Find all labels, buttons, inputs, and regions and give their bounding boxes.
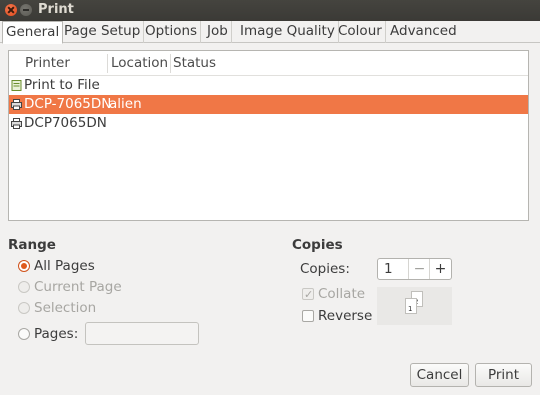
decrement-button[interactable]: − [408,259,430,279]
tab-options[interactable]: Options [142,21,202,43]
printer-list[interactable]: Printer Location Status Print to File DC… [8,50,529,221]
range-title: Range [8,237,56,253]
reverse-label: Reverse [318,308,373,324]
radio-button[interactable] [18,328,30,340]
column-printer[interactable]: Printer [25,55,70,71]
printer-name: Print to File [24,77,100,93]
printer-row-dcp-7065dn[interactable]: DCP-7065DN alien [9,95,528,114]
collate-preview: 2 1 [377,287,452,325]
printer-name: DCP7065DN [24,115,107,131]
printer-location: alien [109,96,142,112]
increment-button[interactable]: + [429,259,451,279]
tab-job[interactable]: Job [204,21,232,43]
printer-row-print-to-file[interactable]: Print to File [9,76,528,95]
column-status[interactable]: Status [173,55,216,71]
copies-value[interactable]: 1 [384,261,393,277]
column-divider [170,54,171,73]
pages-input[interactable] [85,322,199,345]
minimize-icon[interactable] [20,4,32,16]
print-button[interactable]: Print [475,363,532,387]
title-bar: Print [0,0,540,21]
column-divider [107,54,108,73]
tab-image-quality[interactable]: Image Quality [237,21,339,43]
radio-label: Pages: [34,326,79,342]
window-title: Print [38,2,74,17]
collate-checkbox[interactable] [302,286,314,304]
collate-label: Collate [318,286,366,302]
copies-label: Copies: [300,261,350,277]
cancel-button[interactable]: Cancel [410,363,469,387]
tab-colour[interactable]: Colour [335,21,386,43]
preview-page: 1 [405,298,417,314]
radio-label: Selection [34,300,97,316]
tab-page-setup[interactable]: Page Setup [61,21,145,43]
reverse-checkbox[interactable] [302,310,314,322]
printer-list-header: Printer Location Status [9,51,528,76]
file-icon [11,80,22,91]
printer-icon [11,99,22,110]
copies-title: Copies [292,237,343,253]
radio-button[interactable] [18,302,30,314]
radio-label: All Pages [34,258,95,274]
close-icon[interactable] [5,4,17,16]
column-location[interactable]: Location [111,55,168,71]
tab-advanced[interactable]: Advanced [387,21,460,43]
printer-name: DCP-7065DN [24,96,112,112]
printer-icon [11,118,22,129]
radio-button[interactable] [18,260,30,272]
printer-row-dcp7065dn[interactable]: DCP7065DN [9,114,528,133]
tab-general[interactable]: General [2,21,64,44]
tab-bar: General Page Setup Options Job Image Qua… [0,21,540,44]
copies-stepper[interactable]: 1 − + [377,258,452,280]
radio-button[interactable] [18,281,30,293]
radio-label: Current Page [34,279,122,295]
